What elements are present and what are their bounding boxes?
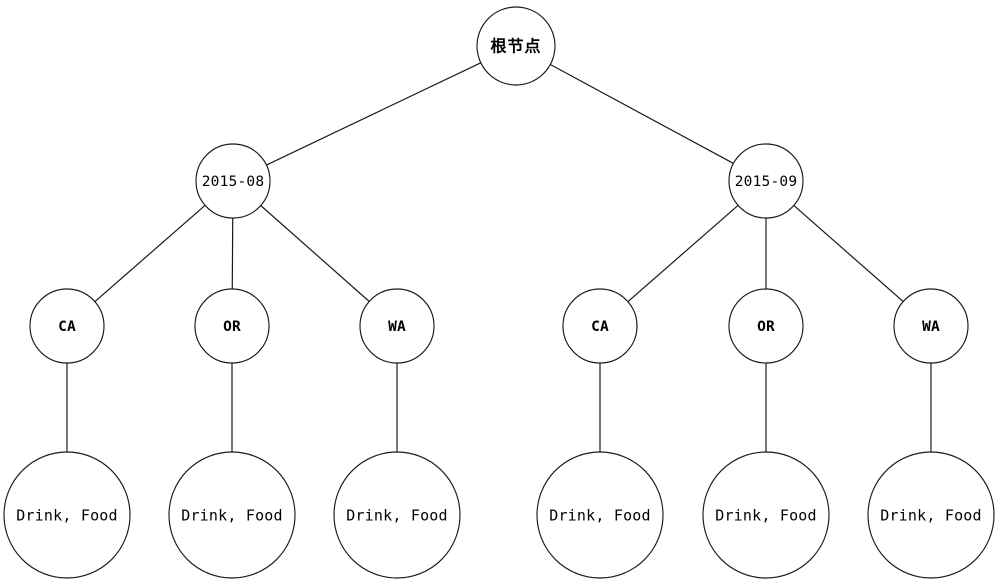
state-node-state-wa-left[interactable]: WA xyxy=(359,288,435,364)
label-state-ca-left: CA xyxy=(58,319,76,335)
label-state-or-left: OR xyxy=(223,319,241,335)
leaf-node-leaf-or-right[interactable]: Drink, Food xyxy=(702,451,830,579)
edge-date-2015-09-to-state-ca-right xyxy=(627,204,739,303)
tree-diagram-canvas: 根节点 2015-08 2015-09 CA OR WA CA OR WA Drink, Food… xyxy=(0,0,1000,581)
label-date-2015-08: 2015-08 xyxy=(202,174,265,190)
state-node-state-or-left[interactable]: OR xyxy=(194,288,270,364)
label-leaf-or-right: Drink, Food xyxy=(715,507,817,525)
date-node-date-2015-09[interactable]: 2015-09 xyxy=(728,143,804,219)
state-node-state-or-right[interactable]: OR xyxy=(728,288,804,364)
label-leaf-ca-left: Drink, Food xyxy=(16,507,118,525)
label-leaf-ca-right: Drink, Food xyxy=(549,507,651,525)
leaf-node-leaf-or-left[interactable]: Drink, Food xyxy=(168,451,296,579)
edge-root-to-date-2015-08 xyxy=(266,62,482,166)
label-leaf-wa-right: Drink, Food xyxy=(880,507,982,525)
label-state-ca-right: CA xyxy=(591,319,609,335)
edge-date-2015-08-to-state-ca-left xyxy=(94,204,206,303)
edge-date-2015-09-to-state-wa-right xyxy=(793,204,904,303)
leaf-node-leaf-ca-right[interactable]: Drink, Food xyxy=(536,451,664,579)
tree-diagram: 根节点 2015-08 2015-09 CA OR WA CA OR WA Drink, Food… xyxy=(3,6,995,579)
edge-date-2015-08-to-state-wa-left xyxy=(260,205,370,302)
state-node-state-ca-right[interactable]: CA xyxy=(562,288,638,364)
node-group: 根节点 2015-08 2015-09 CA OR WA CA OR WA Drink, Food… xyxy=(3,6,995,579)
state-node-state-ca-left[interactable]: CA xyxy=(29,288,105,364)
leaf-node-leaf-ca-left[interactable]: Drink, Food xyxy=(3,451,131,579)
leaf-node-leaf-wa-right[interactable]: Drink, Food xyxy=(867,451,995,579)
root-node-root[interactable]: 根节点 xyxy=(476,6,556,86)
label-date-2015-09: 2015-09 xyxy=(735,174,798,190)
label-state-or-right: OR xyxy=(757,319,775,335)
state-node-state-wa-right[interactable]: WA xyxy=(893,288,969,364)
label-state-wa-right: WA xyxy=(922,319,940,335)
edge-root-to-date-2015-09 xyxy=(550,64,734,164)
date-node-date-2015-08[interactable]: 2015-08 xyxy=(195,143,271,219)
label-root: 根节点 xyxy=(490,37,541,56)
leaf-node-leaf-wa-left[interactable]: Drink, Food xyxy=(333,451,461,579)
label-leaf-wa-left: Drink, Food xyxy=(346,507,448,525)
label-state-wa-left: WA xyxy=(388,319,406,335)
edge-group xyxy=(66,62,932,452)
label-leaf-or-left: Drink, Food xyxy=(181,507,283,525)
